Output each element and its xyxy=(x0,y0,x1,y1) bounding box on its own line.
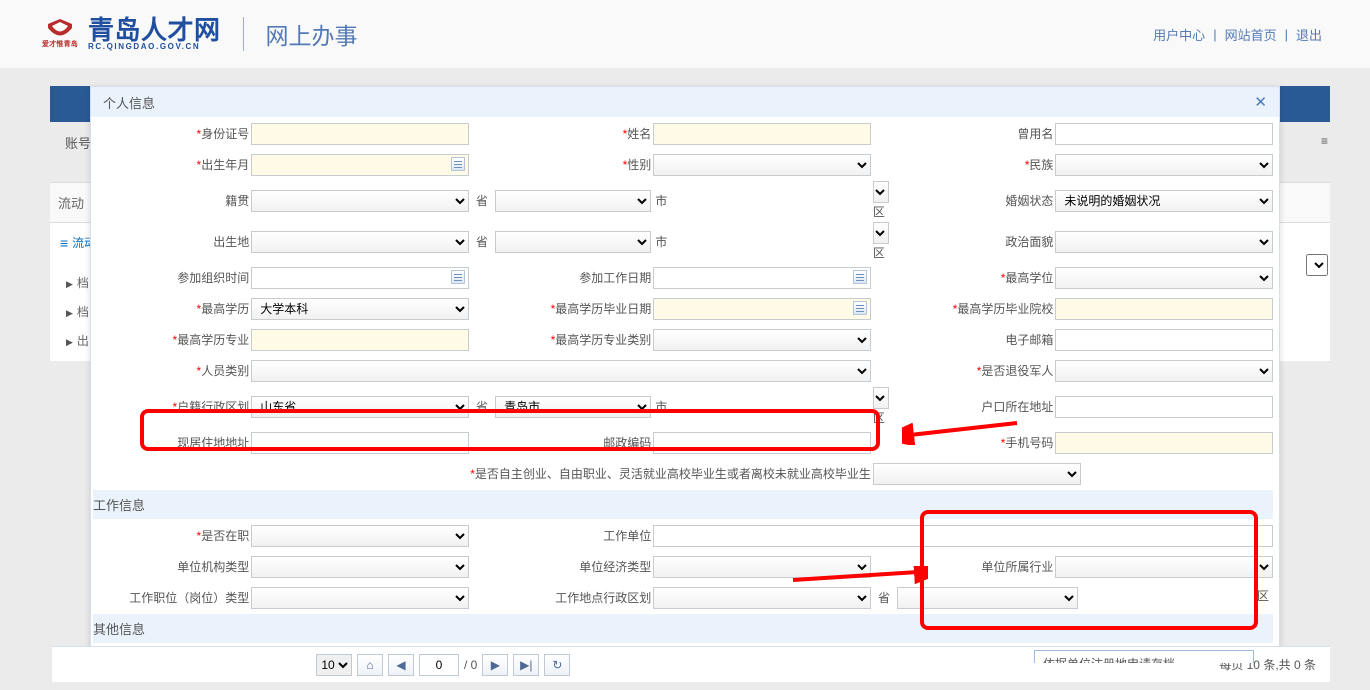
logo-emblem: 爱才惟青岛 xyxy=(42,16,78,52)
logo-subtext: 爱才惟青岛 xyxy=(42,39,78,49)
邮政编码-input[interactable] xyxy=(653,432,871,454)
next-page-icon[interactable]: ▶ xyxy=(482,654,508,676)
modal-personal-info: 个人信息 ✕ *身份证号*姓名曾用名*出生年月*性别*民族籍贯 省 市 区婚姻状… xyxy=(90,86,1280,664)
long-question-select[interactable] xyxy=(873,463,1081,485)
曾用名-input[interactable] xyxy=(1055,123,1273,145)
最高学历专业-input[interactable] xyxy=(251,329,469,351)
电子邮箱-input[interactable] xyxy=(1055,329,1273,351)
是否退役军人-select[interactable] xyxy=(1055,360,1273,382)
籍贯-district-select[interactable] xyxy=(873,181,889,203)
calendar-icon[interactable] xyxy=(451,270,465,284)
政治面貌-select[interactable] xyxy=(1055,231,1273,253)
page-input[interactable] xyxy=(419,654,459,676)
出生地-district-select[interactable] xyxy=(873,222,889,244)
参加组织时间-date-input[interactable] xyxy=(251,267,469,289)
backdrop-select[interactable] xyxy=(1306,254,1328,276)
section-other-header: 其他信息 xyxy=(93,614,1273,643)
calendar-icon[interactable] xyxy=(853,270,867,284)
title-separator xyxy=(243,17,244,51)
姓名-input[interactable] xyxy=(653,123,871,145)
prev-page-icon[interactable]: ◀ xyxy=(388,654,414,676)
section-work-header: 工作信息 xyxy=(93,490,1273,519)
link-separator: | xyxy=(1285,27,1288,42)
close-icon[interactable]: ✕ xyxy=(1254,93,1267,111)
户籍行政区划-province-select[interactable]: 山东省 xyxy=(251,396,469,418)
工作单位-input[interactable] xyxy=(653,525,1273,547)
portal-title: 网上办事 xyxy=(266,17,358,51)
是否在职-select[interactable] xyxy=(251,525,469,547)
modal-header: 个人信息 ✕ xyxy=(91,87,1279,117)
户口所在地址-input[interactable] xyxy=(1055,396,1273,418)
calendar-icon[interactable] xyxy=(853,301,867,315)
出生地-city-select[interactable] xyxy=(495,231,651,253)
出生地-province-select[interactable] xyxy=(251,231,469,253)
现居住地地址-input[interactable] xyxy=(251,432,469,454)
modal-title: 个人信息 xyxy=(103,93,155,112)
site-title: 青岛人才网 RC.QINGDAO.GOV.CN xyxy=(88,17,221,51)
单位所属行业-select[interactable] xyxy=(1055,556,1273,578)
人员类别-select[interactable] xyxy=(251,360,871,382)
出生年月-date-input[interactable] xyxy=(251,154,469,176)
refresh-icon[interactable]: ↻ xyxy=(544,654,570,676)
最高学位-select[interactable] xyxy=(1055,267,1273,289)
logout-link[interactable]: 退出 xyxy=(1296,25,1322,44)
modal-body: *身份证号*姓名曾用名*出生年月*性别*民族籍贯 省 市 区婚姻状态未说明的婚姻… xyxy=(91,117,1279,663)
header-actions: 用户中心 | 网站首页 | 退出 xyxy=(1153,25,1322,44)
参加工作日期-date-input[interactable] xyxy=(653,267,871,289)
婚姻状态-select[interactable]: 未说明的婚姻状况 xyxy=(1055,190,1273,212)
工作职位（岗位）类型-select[interactable] xyxy=(251,587,469,609)
最高学历毕业日期-date-input[interactable] xyxy=(653,298,871,320)
last-page-icon[interactable]: ▶| xyxy=(513,654,539,676)
home-icon[interactable]: ⌂ xyxy=(357,654,383,676)
long-question-label: 是否自主创业、自由职业、灵活就业高校毕业生或者离校未就业高校毕业生 xyxy=(475,467,871,481)
backdrop-right-edge: ≡ xyxy=(1302,126,1332,361)
logo-block: 爱才惟青岛 青岛人才网 RC.QINGDAO.GOV.CN 网上办事 xyxy=(42,16,358,52)
calendar-icon[interactable] xyxy=(451,157,465,171)
籍贯-city-select[interactable] xyxy=(495,190,651,212)
户籍行政区划-city-select[interactable]: 青岛市 xyxy=(495,396,651,418)
最高学历-select[interactable]: 大学本科 xyxy=(251,298,469,320)
site-home-link[interactable]: 网站首页 xyxy=(1225,25,1277,44)
form-table: *身份证号*姓名曾用名*出生年月*性别*民族籍贯 省 市 区婚姻状态未说明的婚姻… xyxy=(91,117,1275,663)
最高学历毕业院校-input[interactable] xyxy=(1055,298,1273,320)
user-center-link[interactable]: 用户中心 xyxy=(1153,25,1205,44)
户籍行政区划-district-select[interactable]: 市北区 xyxy=(873,387,889,409)
archive-route-dropdown[interactable]: 依据单位注册地申请存档 依据个人户籍所在地申请存档 依据个人就业意向地存档 xyxy=(1034,650,1254,663)
site-title-cn: 青岛人才网 xyxy=(88,17,221,43)
dropdown-option[interactable]: 依据单位注册地申请存档 xyxy=(1035,651,1253,663)
籍贯-province-select[interactable] xyxy=(251,190,469,212)
性别-select[interactable] xyxy=(653,154,871,176)
link-separator: | xyxy=(1213,27,1216,42)
民族-select[interactable] xyxy=(1055,154,1273,176)
pager: 10 ⌂ ◀ / 0 ▶ ▶| ↻ xyxy=(316,654,570,676)
单位经济类型-select[interactable] xyxy=(653,556,871,578)
最高学历专业类别-select[interactable] xyxy=(653,329,871,351)
工作地点行政区划-province-select[interactable] xyxy=(653,587,871,609)
手机号码-input[interactable] xyxy=(1055,432,1273,454)
page-size-select[interactable]: 10 xyxy=(316,654,352,676)
工作地点行政区划-city-select[interactable] xyxy=(897,587,1077,609)
单位机构类型-select[interactable] xyxy=(251,556,469,578)
top-header: 爱才惟青岛 青岛人才网 RC.QINGDAO.GOV.CN 网上办事 用户中心 … xyxy=(0,0,1370,68)
page-total: / 0 xyxy=(464,658,477,672)
身份证号-input[interactable] xyxy=(251,123,469,145)
